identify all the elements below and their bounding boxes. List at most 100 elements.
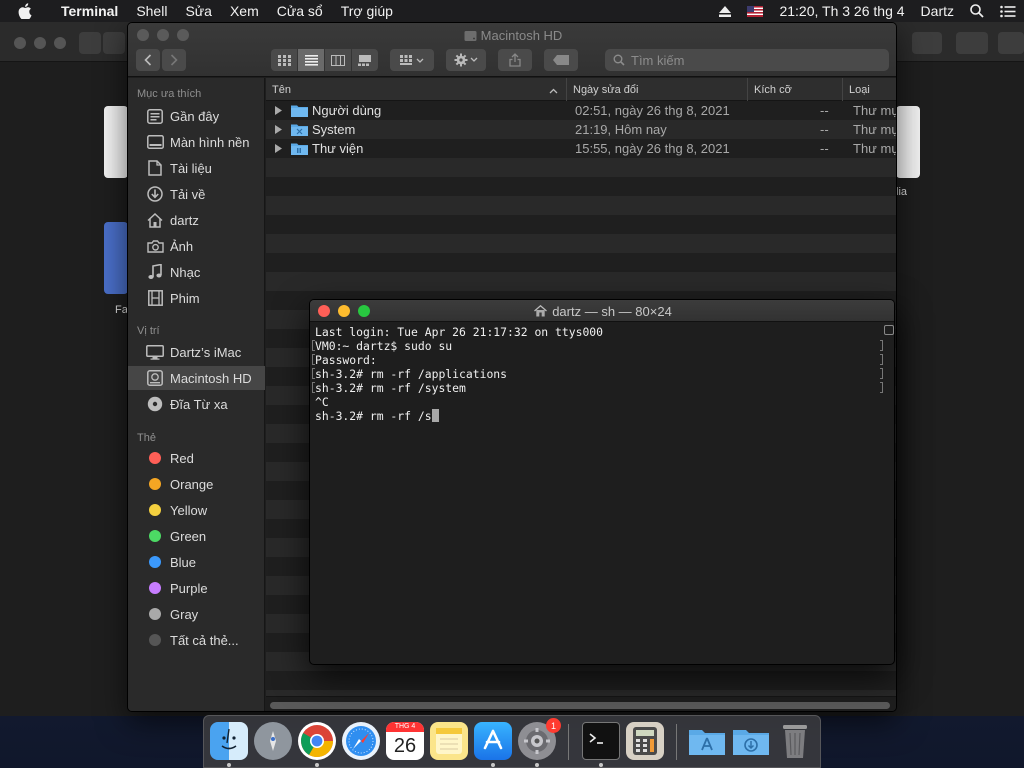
notification-center-icon[interactable] xyxy=(1000,5,1016,18)
table-row[interactable]: Thư viện 15:55, ngày 26 thg 8, 2021 -- T… xyxy=(266,139,896,158)
column-header-name[interactable]: Tên xyxy=(266,78,566,101)
terminal-window: dartz — sh — 80×24 Last login: Tue Apr 2… xyxy=(309,299,895,665)
eject-icon[interactable] xyxy=(719,5,732,17)
menu-edit[interactable]: Sửa xyxy=(176,3,221,19)
sidebar-item-macintosh-hd[interactable]: Macintosh HD xyxy=(128,366,265,390)
sidebar-item-documents[interactable]: Tài liệu xyxy=(128,156,265,180)
terminal-scroll-marker-icon[interactable] xyxy=(884,325,894,335)
background-card-blue[interactable] xyxy=(104,222,128,294)
menu-shell[interactable]: Shell xyxy=(127,3,176,19)
sidebar-item-downloads[interactable]: Tải về xyxy=(128,182,265,206)
menu-window[interactable]: Cửa sổ xyxy=(268,3,332,19)
sidebar-all-tags[interactable]: Tất cả thẻ... xyxy=(128,628,265,652)
sidebar-item-remote-disc[interactable]: Đĩa Từ xa xyxy=(128,392,265,416)
chrome-icon[interactable] xyxy=(298,722,336,760)
us-flag-icon[interactable] xyxy=(747,5,764,17)
background-back-button[interactable] xyxy=(79,32,101,54)
orange-tag-icon xyxy=(149,478,161,490)
sidebar-item-label: Red xyxy=(170,450,194,466)
background-zoom-button[interactable] xyxy=(54,37,66,49)
menu-clock[interactable]: 21:20, Th 3 26 thg 4 xyxy=(779,3,904,19)
safari-icon[interactable] xyxy=(342,722,380,760)
calculator-icon[interactable] xyxy=(626,722,664,760)
view-gallery-button[interactable] xyxy=(352,49,378,71)
menu-user[interactable]: Dartz xyxy=(921,3,954,19)
view-list-button[interactable] xyxy=(298,49,324,71)
sidebar-tag-blue[interactable]: Blue xyxy=(128,550,265,574)
system-preferences-icon[interactable]: 1 xyxy=(518,718,561,760)
disclosure-triangle-icon[interactable] xyxy=(275,101,282,120)
finder-icon[interactable] xyxy=(210,722,248,760)
sidebar-heading-favorites: Mục ưa thích xyxy=(137,88,202,100)
back-button[interactable] xyxy=(136,49,160,71)
background-share-button[interactable] xyxy=(912,32,942,54)
column-kind-label: Loại xyxy=(849,83,870,96)
apple-menu-icon[interactable] xyxy=(18,3,38,19)
sidebar-item-music[interactable]: Nhạc xyxy=(128,260,265,284)
finder-running-indicator xyxy=(227,763,231,767)
app-store-icon[interactable] xyxy=(474,722,512,760)
terminal-title: dartz — sh — 80×24 xyxy=(552,303,672,319)
column-header-size[interactable]: Kích cỡ xyxy=(747,78,842,101)
file-name: Thư viện xyxy=(312,141,364,156)
sidebar-item-pictures[interactable]: Ảnh xyxy=(128,234,265,258)
background-tabs-button[interactable] xyxy=(956,32,988,54)
column-header-kind[interactable]: Loại xyxy=(842,78,896,101)
group-by-button[interactable] xyxy=(390,49,434,71)
view-icons-button[interactable] xyxy=(271,49,297,71)
sidebar-item-recents[interactable]: Gần đây xyxy=(128,104,265,128)
forward-button[interactable] xyxy=(162,49,186,71)
downloads-folder-icon[interactable] xyxy=(732,722,770,760)
menu-app-name[interactable]: Terminal xyxy=(52,3,127,19)
sidebar-tag-orange[interactable]: Orange xyxy=(128,472,265,496)
background-forward-button[interactable] xyxy=(103,32,125,54)
terminal-icon[interactable] xyxy=(582,722,620,760)
background-new-tab-button[interactable] xyxy=(998,32,1024,54)
search-field[interactable]: Tìm kiếm xyxy=(605,49,889,71)
terminal-output[interactable]: Last login: Tue Apr 26 21:17:32 on ttys0… xyxy=(310,322,894,664)
background-close-button[interactable] xyxy=(14,37,26,49)
sidebar-item-imac[interactable]: Dartz’s iMac xyxy=(128,340,265,364)
launchpad-icon[interactable] xyxy=(254,722,292,760)
columns-icon xyxy=(331,54,345,66)
sidebar-tag-green[interactable]: Green xyxy=(128,524,265,548)
disclosure-triangle-icon[interactable] xyxy=(275,139,282,158)
sidebar-item-label: Gần đây xyxy=(170,108,220,124)
sidebar-item-home[interactable]: dartz xyxy=(128,208,265,232)
notes-icon[interactable] xyxy=(430,722,468,760)
search-placeholder: Tìm kiếm xyxy=(631,52,685,68)
all-tags-icon xyxy=(149,634,161,646)
column-name-label: Tên xyxy=(272,83,291,96)
action-button[interactable] xyxy=(446,49,486,71)
file-size: -- xyxy=(820,103,829,118)
trash-icon[interactable] xyxy=(776,722,814,760)
sidebar-item-desktop[interactable]: Màn hình nền xyxy=(128,130,265,154)
background-minimize-button[interactable] xyxy=(34,37,46,49)
disclosure-triangle-icon[interactable] xyxy=(275,120,282,139)
sidebar-tag-purple[interactable]: Purple xyxy=(128,576,265,600)
column-header-date[interactable]: Ngày sửa đổi xyxy=(566,78,747,101)
applications-folder-icon[interactable] xyxy=(688,722,726,760)
menu-help[interactable]: Trợ giúp xyxy=(332,3,402,19)
sidebar-tag-gray[interactable]: Gray xyxy=(128,602,265,626)
menu-view[interactable]: Xem xyxy=(221,3,268,19)
terminal-home-icon xyxy=(534,305,548,317)
calendar-icon[interactable]: THG 4 26 xyxy=(386,722,424,760)
scrollbar-thumb[interactable] xyxy=(270,702,890,709)
spotlight-search-icon[interactable] xyxy=(970,4,984,18)
table-row[interactable]: Người dùng 02:51, ngày 26 thg 8, 2021 --… xyxy=(266,101,896,120)
sidebar-item-movies[interactable]: Phim xyxy=(128,286,265,310)
sidebar-item-label: Green xyxy=(170,528,207,544)
view-columns-button[interactable] xyxy=(325,49,351,71)
blue-tag-icon xyxy=(149,556,161,568)
terminal-running-indicator xyxy=(599,763,603,767)
background-card-right[interactable] xyxy=(896,106,920,178)
sidebar-tag-yellow[interactable]: Yellow xyxy=(128,498,265,522)
horizontal-scrollbar[interactable] xyxy=(266,696,896,711)
sidebar-tag-red[interactable]: Red xyxy=(128,446,265,470)
share-button[interactable] xyxy=(498,49,532,71)
tags-button[interactable] xyxy=(544,49,578,71)
grid-icon xyxy=(277,54,291,66)
table-row[interactable]: System 21:19, Hôm nay -- Thư mục xyxy=(266,120,896,139)
background-card-left[interactable] xyxy=(104,106,128,178)
